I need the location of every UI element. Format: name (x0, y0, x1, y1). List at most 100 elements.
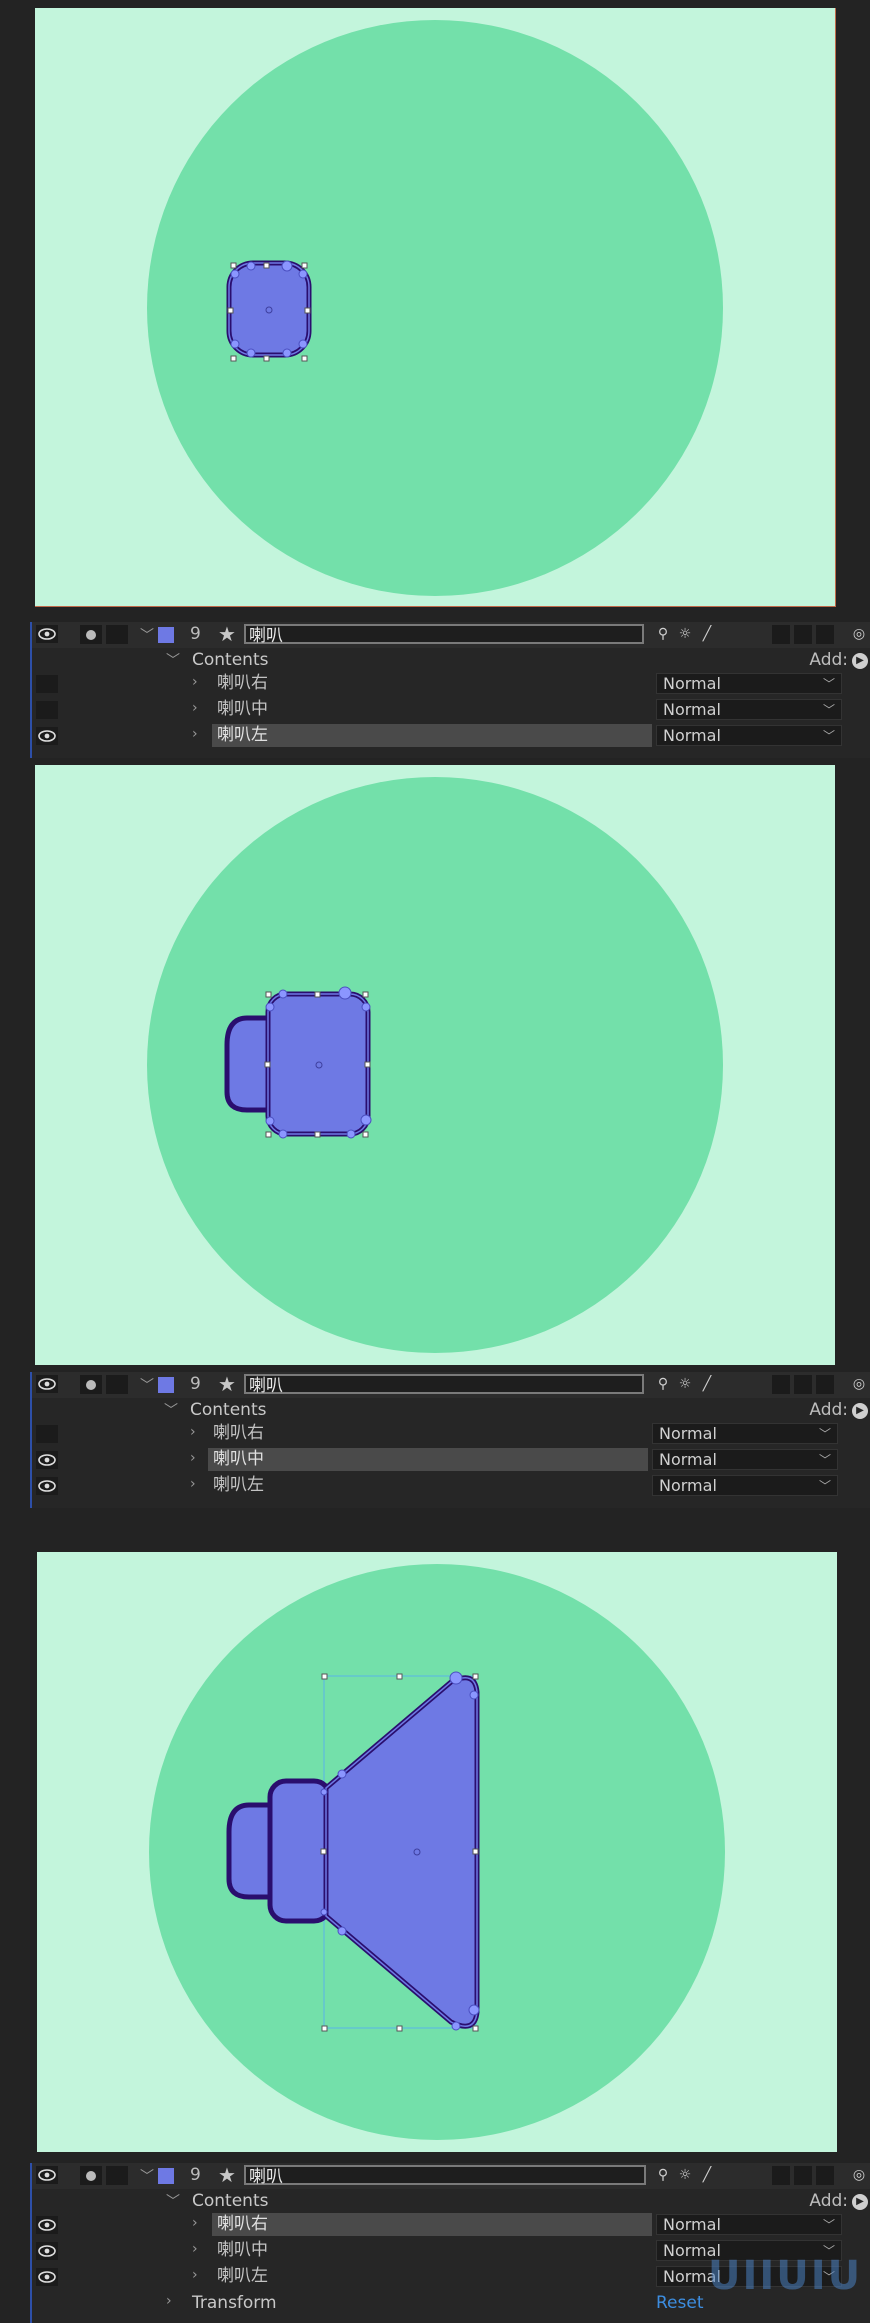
chevron-right-icon[interactable]: › (192, 2241, 198, 2257)
chevron-down-icon[interactable]: ﹀ (140, 1375, 154, 1395)
visibility-toggle[interactable] (36, 1425, 58, 1443)
quality-slash-icon[interactable]: ╱ (698, 625, 716, 643)
visibility-eye-icon[interactable] (36, 1375, 58, 1393)
chevron-right-icon[interactable]: › (192, 2215, 198, 2231)
contents-row[interactable]: ﹀ Contents Add: ▶ (32, 648, 870, 672)
switch-cell[interactable] (794, 625, 812, 644)
group-name[interactable]: 喇叭左 (212, 2265, 652, 2288)
chevron-right-icon[interactable]: › (190, 1424, 196, 1440)
switch-cell[interactable] (794, 1375, 812, 1394)
blend-mode-select[interactable]: Normal ﹀ (656, 699, 842, 720)
list-item[interactable]: › 喇叭中 Normal ﹀ (32, 1448, 870, 1472)
add-menu-button[interactable]: ▶ (852, 1403, 868, 1419)
blend-mode-select[interactable]: Normal ﹀ (652, 1423, 838, 1444)
visibility-eye-icon[interactable] (36, 2268, 58, 2286)
layer-number: 9 (190, 2165, 201, 2185)
list-item[interactable]: › 喇叭右 Normal ﹀ (32, 2213, 870, 2237)
group-name[interactable]: 喇叭中 (212, 698, 652, 721)
label-color-swatch[interactable] (158, 1377, 174, 1393)
visibility-eye-icon[interactable] (36, 2166, 58, 2184)
solo-toggle[interactable] (80, 1375, 102, 1394)
target-icon[interactable]: ◎ (850, 625, 868, 643)
shy-icon[interactable]: ⚲ (654, 2166, 672, 2184)
group-name[interactable]: 喇叭右 (212, 672, 652, 695)
chevron-down-icon[interactable]: ﹀ (140, 625, 154, 645)
chevron-right-icon[interactable]: › (166, 2293, 172, 2309)
effects-icon[interactable]: ☼ (676, 1375, 694, 1393)
shy-icon[interactable]: ⚲ (654, 625, 672, 643)
lock-toggle[interactable] (106, 625, 128, 644)
chevron-right-icon[interactable]: › (192, 2267, 198, 2283)
group-name[interactable]: 喇叭左 (208, 1474, 648, 1497)
chevron-down-icon[interactable]: ﹀ (164, 1400, 178, 1420)
label-color-swatch[interactable] (158, 2168, 174, 2184)
switch-cell[interactable] (772, 2166, 790, 2185)
composition-viewer-3[interactable] (37, 1552, 837, 2152)
add-menu-button[interactable]: ▶ (852, 2194, 868, 2210)
list-item[interactable]: › 喇叭左 Normal ﹀ (32, 724, 870, 748)
layer-name-field[interactable]: 喇叭 (244, 624, 644, 646)
lock-toggle[interactable] (106, 2166, 128, 2185)
target-icon[interactable]: ◎ (850, 2166, 868, 2184)
contents-row[interactable]: ﹀ Contents Add: ▶ (32, 2189, 870, 2213)
group-name[interactable]: 喇叭中 (212, 2239, 652, 2262)
switch-cell[interactable] (816, 2166, 834, 2185)
visibility-eye-icon[interactable] (36, 1451, 58, 1469)
list-item[interactable]: › 喇叭左 Normal ﹀ (32, 1474, 870, 1498)
composition-viewer-2[interactable] (35, 765, 835, 1365)
layer-row[interactable]: ﹀ 9 ★ 喇叭 ⚲ ☼ ╱ ◎ (32, 622, 870, 648)
blend-mode-select[interactable]: Normal ﹀ (652, 1475, 838, 1496)
visibility-toggle[interactable] (36, 675, 58, 693)
group-name[interactable]: 喇叭中 (208, 1448, 648, 1471)
solo-toggle[interactable] (80, 2166, 102, 2185)
visibility-eye-icon[interactable] (36, 625, 58, 643)
speaker-left-shape (226, 260, 312, 358)
switch-cell[interactable] (772, 1375, 790, 1394)
chevron-right-icon[interactable]: › (190, 1476, 196, 1492)
blend-mode-select[interactable]: Normal ﹀ (652, 1449, 838, 1470)
chevron-down-icon[interactable]: ﹀ (140, 2166, 154, 2186)
quality-slash-icon[interactable]: ╱ (698, 1375, 716, 1393)
blend-mode-select[interactable]: Normal ﹀ (656, 725, 842, 746)
effects-icon[interactable]: ☼ (676, 625, 694, 643)
reset-link[interactable]: Reset (656, 2293, 704, 2313)
visibility-eye-icon[interactable] (36, 2242, 58, 2260)
chevron-right-icon[interactable]: › (190, 1450, 196, 1466)
list-item[interactable]: › 喇叭右 Normal ﹀ (32, 672, 870, 696)
shy-icon[interactable]: ⚲ (654, 1375, 672, 1393)
layer-row[interactable]: ﹀ 9 ★ 喇叭 ⚲ ☼ ╱ ◎ (32, 1372, 870, 1398)
switch-cell[interactable] (794, 2166, 812, 2185)
list-item[interactable]: › 喇叭中 Normal ﹀ (32, 698, 870, 722)
chevron-right-icon[interactable]: › (192, 700, 198, 716)
effects-icon[interactable]: ☼ (676, 2166, 694, 2184)
contents-row[interactable]: ﹀ Contents Add: ▶ (32, 1398, 870, 1422)
visibility-toggle[interactable] (36, 701, 58, 719)
add-menu-button[interactable]: ▶ (852, 653, 868, 669)
chevron-down-icon[interactable]: ﹀ (166, 2191, 180, 2211)
group-name[interactable]: 喇叭右 (208, 1422, 648, 1445)
layer-name-field[interactable]: 喇叭 (244, 2165, 646, 2187)
blend-mode-select[interactable]: Normal ﹀ (656, 2214, 842, 2235)
group-name[interactable]: 喇叭左 (212, 724, 652, 747)
quality-slash-icon[interactable]: ╱ (698, 2166, 716, 2184)
switch-cell[interactable] (772, 625, 790, 644)
chevron-right-icon[interactable]: › (192, 726, 198, 742)
layer-row[interactable]: ﹀ 9 ★ 喇叭 ⚲ ☼ ╱ ◎ (32, 2163, 870, 2189)
switch-cell[interactable] (816, 625, 834, 644)
lock-toggle[interactable] (106, 1375, 128, 1394)
chevron-down-icon: ﹀ (818, 1427, 831, 1441)
chevron-down-icon[interactable]: ﹀ (166, 650, 180, 670)
solo-toggle[interactable] (80, 625, 102, 644)
chevron-right-icon[interactable]: › (192, 674, 198, 690)
switch-cell[interactable] (816, 1375, 834, 1394)
group-name[interactable]: 喇叭右 (212, 2213, 652, 2236)
blend-mode-select[interactable]: Normal ﹀ (656, 673, 842, 694)
visibility-eye-icon[interactable] (36, 727, 58, 745)
composition-viewer-1[interactable] (35, 8, 836, 607)
layer-name-field[interactable]: 喇叭 (244, 1374, 644, 1396)
visibility-eye-icon[interactable] (36, 2216, 58, 2234)
label-color-swatch[interactable] (158, 627, 174, 643)
visibility-eye-icon[interactable] (36, 1477, 58, 1495)
list-item[interactable]: › 喇叭右 Normal ﹀ (32, 1422, 870, 1446)
target-icon[interactable]: ◎ (850, 1375, 868, 1393)
